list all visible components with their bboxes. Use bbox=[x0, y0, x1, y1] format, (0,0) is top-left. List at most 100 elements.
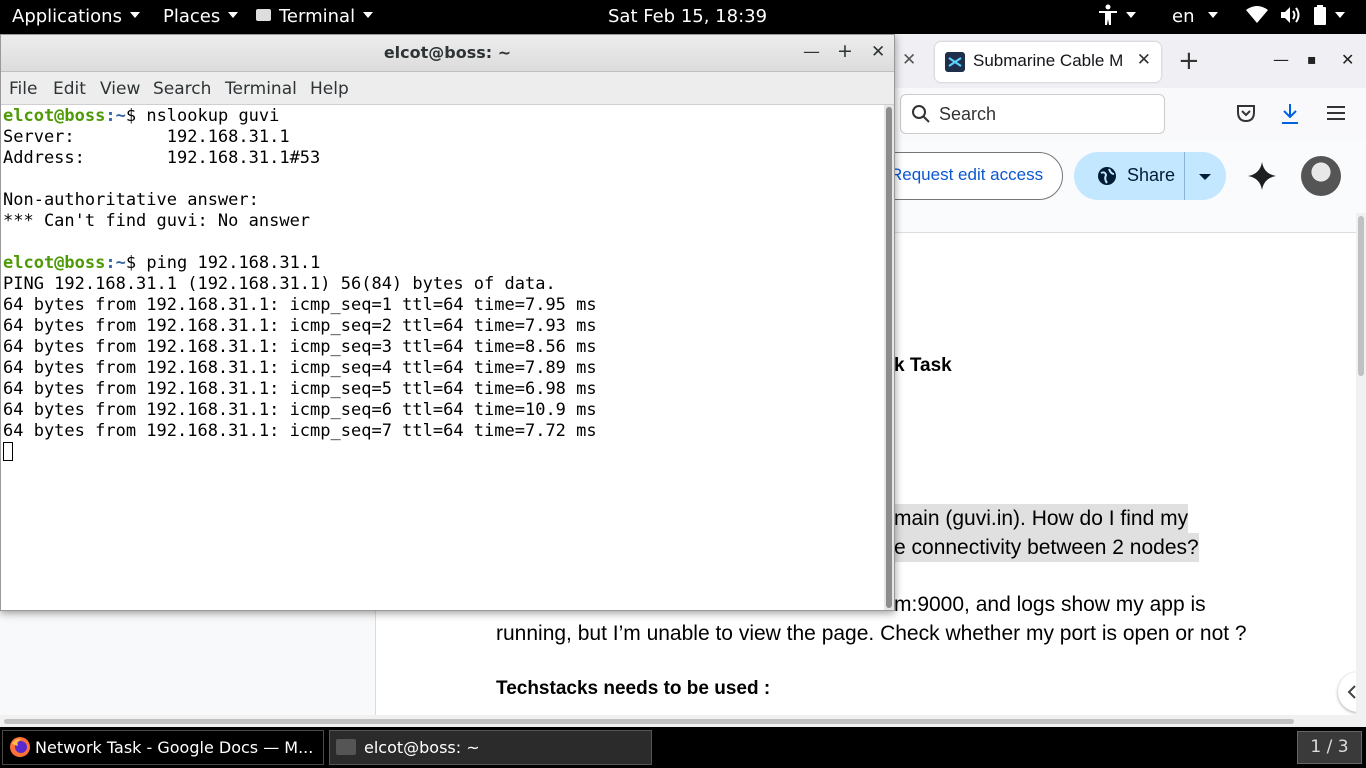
terminal-prompt-line: elcot@boss:~$ ping 192.168.31.1 bbox=[3, 253, 321, 273]
output-line: Server: 192.168.31.1 bbox=[3, 127, 290, 147]
prompt-user: elcot@boss bbox=[3, 253, 106, 273]
download-icon[interactable] bbox=[1280, 103, 1300, 125]
command-text: nslookup guvi bbox=[146, 106, 280, 126]
doc-paragraph-line: running, but I’m unable to view the page… bbox=[496, 622, 1247, 645]
browser-tab-active[interactable]: Submarine Cable Ma ✕ bbox=[935, 42, 1161, 82]
menu-file[interactable]: File bbox=[9, 79, 37, 99]
language-label: en bbox=[1172, 6, 1195, 27]
share-label: Share bbox=[1127, 165, 1176, 185]
close-icon[interactable]: ✕ bbox=[902, 50, 916, 70]
system-tray[interactable] bbox=[1246, 0, 1346, 34]
prompt-path: :~ bbox=[105, 106, 126, 126]
close-window-button[interactable]: ✕ bbox=[871, 42, 885, 62]
close-window-button[interactable]: ✕ bbox=[1341, 50, 1354, 69]
terminal-icon bbox=[336, 738, 356, 755]
tab-favicon-icon bbox=[945, 52, 965, 72]
docs-horizontal-scroll-thumb[interactable] bbox=[4, 719, 1294, 724]
menu-view[interactable]: View bbox=[100, 79, 140, 99]
terminal-output[interactable]: elcot@boss:~$ nslookup guvi Server: 192.… bbox=[3, 106, 883, 606]
menu-icon[interactable] bbox=[1326, 105, 1346, 121]
minimize-button[interactable]: — bbox=[803, 42, 820, 62]
doc-subheading: Techstacks needs to be used : bbox=[496, 678, 771, 699]
menu-help[interactable]: Help bbox=[310, 79, 349, 99]
output-line: 64 bytes from 192.168.31.1: icmp_seq=6 t… bbox=[3, 400, 597, 420]
share-divider bbox=[1184, 152, 1185, 200]
terminal-window[interactable]: elcot@boss: ~ — + ✕ File Edit View Searc… bbox=[0, 34, 895, 611]
taskbar-label: Network Task - Google Docs — M... bbox=[35, 738, 314, 757]
output-line: 64 bytes from 192.168.31.1: icmp_seq=1 t… bbox=[3, 295, 597, 315]
output-line: *** Can't find guvi: No answer bbox=[3, 211, 311, 231]
firefox-icon bbox=[10, 736, 30, 757]
chevron-down-icon bbox=[363, 12, 374, 18]
clock[interactable]: Sat Feb 15, 18:39 bbox=[608, 0, 767, 34]
terminal-scroll-thumb[interactable] bbox=[886, 107, 892, 608]
pocket-icon[interactable] bbox=[1236, 103, 1256, 123]
prompt-user: elcot@boss bbox=[3, 106, 106, 126]
output-line: 64 bytes from 192.168.31.1: icmp_seq=3 t… bbox=[3, 337, 597, 357]
output-line: Non-authoritative answer: bbox=[3, 190, 259, 210]
volume-icon bbox=[1280, 7, 1300, 23]
search-placeholder: Search bbox=[939, 104, 997, 124]
request-edit-access-label: Request edit access bbox=[890, 165, 1044, 184]
terminal-menubar: File Edit View Search Terminal Help bbox=[1, 72, 894, 105]
applications-label: Applications bbox=[12, 6, 122, 27]
wifi-icon bbox=[1246, 6, 1268, 23]
taskbar-item-terminal[interactable]: elcot@boss: ~ bbox=[329, 730, 652, 765]
output-line: 64 bytes from 192.168.31.1: icmp_seq=5 t… bbox=[3, 379, 597, 399]
places-label: Places bbox=[163, 6, 221, 27]
cursor-line bbox=[3, 442, 883, 463]
gemini-sparkle-icon[interactable] bbox=[1248, 162, 1276, 190]
share-dropdown-icon[interactable] bbox=[1198, 173, 1212, 181]
chevron-down-icon bbox=[129, 12, 140, 18]
workspace-switcher[interactable]: 1 / 3 bbox=[1297, 731, 1362, 764]
doc-paragraph-line: main (guvi.in). How do I find my bbox=[894, 504, 1189, 533]
search-icon bbox=[912, 105, 930, 123]
maximize-button[interactable]: + bbox=[837, 40, 853, 62]
output-line: 64 bytes from 192.168.31.1: icmp_seq=7 t… bbox=[3, 421, 597, 441]
new-tab-button[interactable]: + bbox=[1178, 46, 1200, 76]
menu-terminal[interactable]: Terminal bbox=[225, 79, 297, 99]
menu-edit[interactable]: Edit bbox=[53, 79, 86, 99]
top-bar: Applications Places Terminal Sat Feb 15,… bbox=[0, 0, 1366, 34]
output-line: Address: 192.168.31.1#53 bbox=[3, 148, 321, 168]
terminal-prompt-line: elcot@boss:~$ nslookup guvi bbox=[3, 106, 280, 126]
chevron-down-icon bbox=[1335, 12, 1346, 18]
text-cursor bbox=[3, 442, 13, 461]
docs-vertical-scroll-thumb[interactable] bbox=[1358, 216, 1364, 376]
accessibility-icon bbox=[1099, 4, 1117, 25]
taskbar-item-browser[interactable]: Network Task - Google Docs — M... bbox=[2, 730, 324, 765]
chevron-down-icon bbox=[228, 12, 239, 18]
terminal-titlebar[interactable]: elcot@boss: ~ — + ✕ bbox=[1, 35, 894, 72]
output-line: PING 192.168.31.1 (192.168.31.1) 56(84) … bbox=[3, 274, 556, 294]
doc-paragraph-line: e connectivity between 2 nodes? bbox=[894, 533, 1199, 562]
output-line: 64 bytes from 192.168.31.1: icmp_seq=4 t… bbox=[3, 358, 597, 378]
avatar[interactable] bbox=[1301, 156, 1341, 196]
taskbar-label: elcot@boss: ~ bbox=[364, 738, 480, 757]
menu-search[interactable]: Search bbox=[153, 79, 211, 99]
terminal-icon bbox=[256, 9, 271, 21]
terminal-app-label: Terminal bbox=[279, 6, 356, 27]
chevron-down-icon bbox=[1208, 12, 1219, 18]
places-menu[interactable]: Places bbox=[163, 0, 239, 34]
minimize-button[interactable]: — bbox=[1273, 50, 1289, 69]
chevron-down-icon bbox=[1126, 12, 1136, 18]
accessibility-menu[interactable] bbox=[1098, 0, 1136, 34]
battery-icon bbox=[1314, 5, 1327, 25]
applications-menu[interactable]: Applications bbox=[12, 0, 140, 34]
terminal-app-menu[interactable]: Terminal bbox=[256, 0, 374, 34]
docs-outline-divider bbox=[375, 610, 376, 715]
output-line: 64 bytes from 192.168.31.1: icmp_seq=2 t… bbox=[3, 316, 597, 336]
language-menu[interactable]: en bbox=[1172, 0, 1219, 34]
doc-heading: k Task bbox=[894, 355, 952, 376]
globe-icon bbox=[1098, 167, 1116, 185]
maximize-button[interactable]: ▪ bbox=[1307, 52, 1317, 68]
tab-title: Submarine Cable Ma bbox=[973, 51, 1123, 70]
doc-paragraph-line: m:9000, and logs show my app is bbox=[894, 593, 1206, 616]
command-text: ping 192.168.31.1 bbox=[146, 253, 321, 273]
window-title: elcot@boss: ~ bbox=[383, 43, 512, 62]
prompt-path: :~ bbox=[105, 253, 126, 273]
browser-search-input[interactable]: Search bbox=[900, 94, 1165, 134]
close-icon[interactable]: ✕ bbox=[1137, 50, 1151, 70]
